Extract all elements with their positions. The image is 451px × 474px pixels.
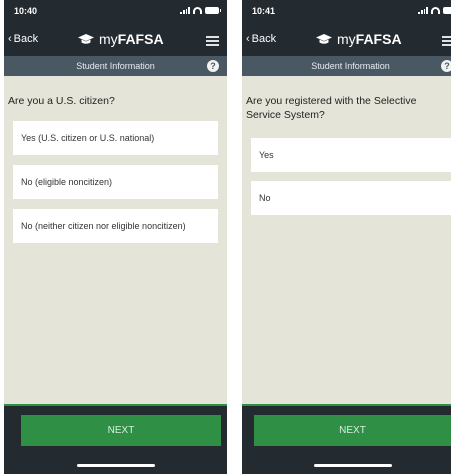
phone-screen-selective-service: 10:41 ‹ Back myFAFSA Student Information… [242,0,451,474]
home-indicator [313,464,392,467]
graduation-cap-icon [316,34,332,44]
back-button[interactable]: ‹ Back [246,33,276,45]
brand-name: FAFSA [117,31,164,47]
question-panel: Are you registered with the Selective Se… [242,76,451,404]
cellular-signal-icon [180,7,190,14]
status-bar: 10:41 [242,0,451,22]
answer-option-yes-citizen[interactable]: Yes (U.S. citizen or U.S. national) [13,121,218,155]
battery-icon [205,7,221,14]
option-label: Yes [259,150,274,160]
status-icons [418,7,451,14]
option-label: No [259,193,271,203]
brand-name: FAFSA [355,31,402,47]
hamburger-menu-icon[interactable] [206,36,219,46]
section-title: Student Information [76,61,155,71]
nav-bar: ‹ Back myFAFSA [4,22,227,56]
question-text: Are you a U.S. citizen? [8,95,115,107]
section-title: Student Information [311,61,390,71]
answer-option-no[interactable]: No [251,181,451,215]
chevron-left-icon: ‹ [246,33,250,45]
cellular-signal-icon [418,7,428,14]
brand-prefix: my [337,31,356,47]
answer-option-eligible-noncitizen[interactable]: No (eligible noncitizen) [13,165,218,199]
phone-screen-citizenship: 10:40 ‹ Back myFAFSA Student Information… [4,0,227,474]
section-header: Student Information ? [242,56,451,76]
section-header: Student Information ? [4,56,227,76]
wifi-icon [193,7,202,14]
battery-icon [443,7,451,14]
hamburger-menu-icon[interactable] [442,36,451,46]
next-button[interactable]: NEXT [21,415,221,446]
option-label: No (eligible noncitizen) [21,177,113,187]
nav-bar: ‹ Back myFAFSA [242,22,451,56]
graduation-cap-icon [78,34,94,44]
back-button[interactable]: ‹ Back [8,33,38,45]
question-circle-icon[interactable]: ? [441,60,451,72]
answer-option-yes[interactable]: Yes [251,138,451,172]
brand-prefix: my [99,31,118,47]
footer: NEXT [242,404,451,474]
status-time: 10:40 [14,6,38,16]
app-brand: myFAFSA [316,31,402,47]
question-panel: Are you a U.S. citizen? Yes (U.S. citize… [4,76,227,404]
home-indicator [76,464,155,467]
status-time: 10:41 [252,6,276,16]
back-label: Back [13,33,39,45]
option-label: No (neither citizen nor eligible nonciti… [21,221,186,231]
answer-option-neither[interactable]: No (neither citizen nor eligible nonciti… [13,209,218,243]
question-circle-icon[interactable]: ? [207,60,219,72]
option-label: Yes (U.S. citizen or U.S. national) [21,133,155,143]
back-label: Back [251,33,277,45]
chevron-left-icon: ‹ [8,33,12,45]
status-icons [180,7,221,14]
next-button[interactable]: NEXT [254,415,451,446]
wifi-icon [431,7,440,14]
status-bar: 10:40 [4,0,227,22]
app-brand: myFAFSA [78,31,164,47]
footer: NEXT [4,404,227,474]
question-text: Are you registered with the Selective Se… [246,95,417,121]
